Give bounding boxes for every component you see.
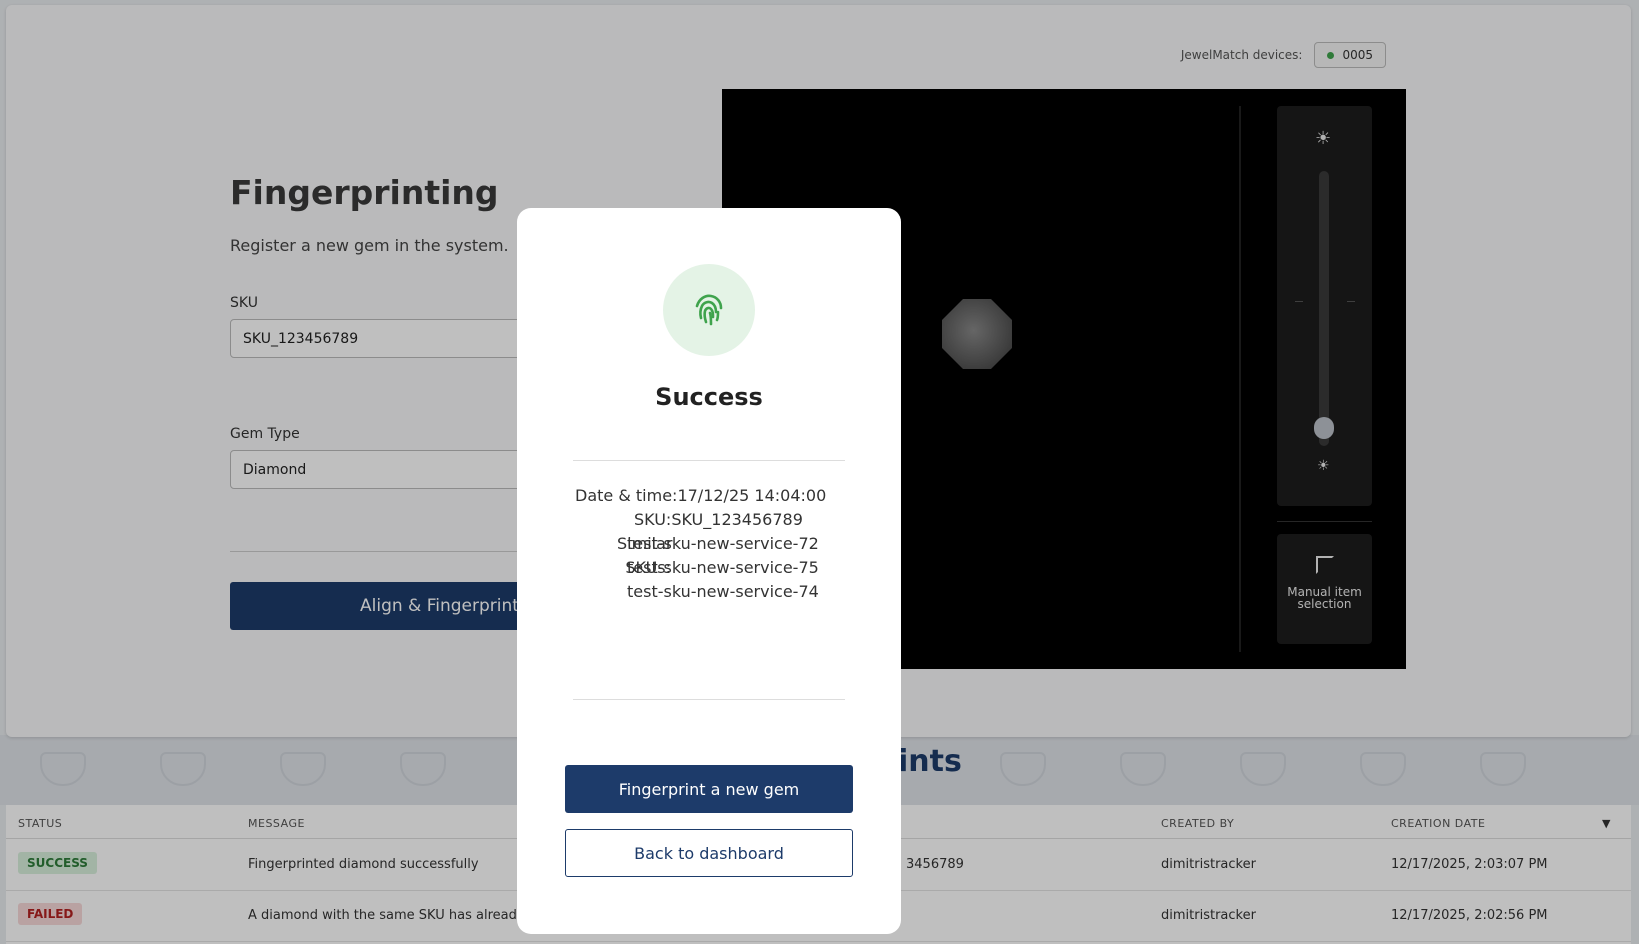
- similar-sku-3: test-sku-new-service-74: [627, 582, 819, 601]
- sku-detail-label: SKU:: [634, 510, 672, 529]
- date-label: Date & time:: [575, 486, 678, 505]
- detail-similar: Similar SKUs: test-sku-new-service-72 tes…: [575, 532, 835, 604]
- success-modal: Success Date & time: 17/12/25 14:04:00 SK…: [517, 208, 901, 934]
- modal-divider: [573, 699, 845, 700]
- detail-sku: SKU: SKU_123456789: [575, 508, 835, 532]
- date-value: 17/12/25 14:04:00: [677, 486, 827, 505]
- fingerprint-icon: [663, 264, 755, 356]
- modal-title: Success: [655, 383, 763, 411]
- similar-sku-2: test-sku-new-service-75: [627, 558, 819, 577]
- modal-divider: [573, 460, 845, 461]
- result-details: Date & time: 17/12/25 14:04:00 SKU: SKU_12…: [575, 484, 835, 604]
- sku-detail-value: SKU_123456789: [671, 510, 803, 529]
- similar-sku-1: test-sku-new-service-72: [627, 534, 819, 553]
- fingerprint-new-gem-button[interactable]: Fingerprint a new gem: [565, 765, 853, 813]
- detail-date: Date & time: 17/12/25 14:04:00: [575, 484, 835, 508]
- similar-skus: test-sku-new-service-72 test-sku-new-ser…: [627, 532, 835, 604]
- back-to-dashboard-button[interactable]: Back to dashboard: [565, 829, 853, 877]
